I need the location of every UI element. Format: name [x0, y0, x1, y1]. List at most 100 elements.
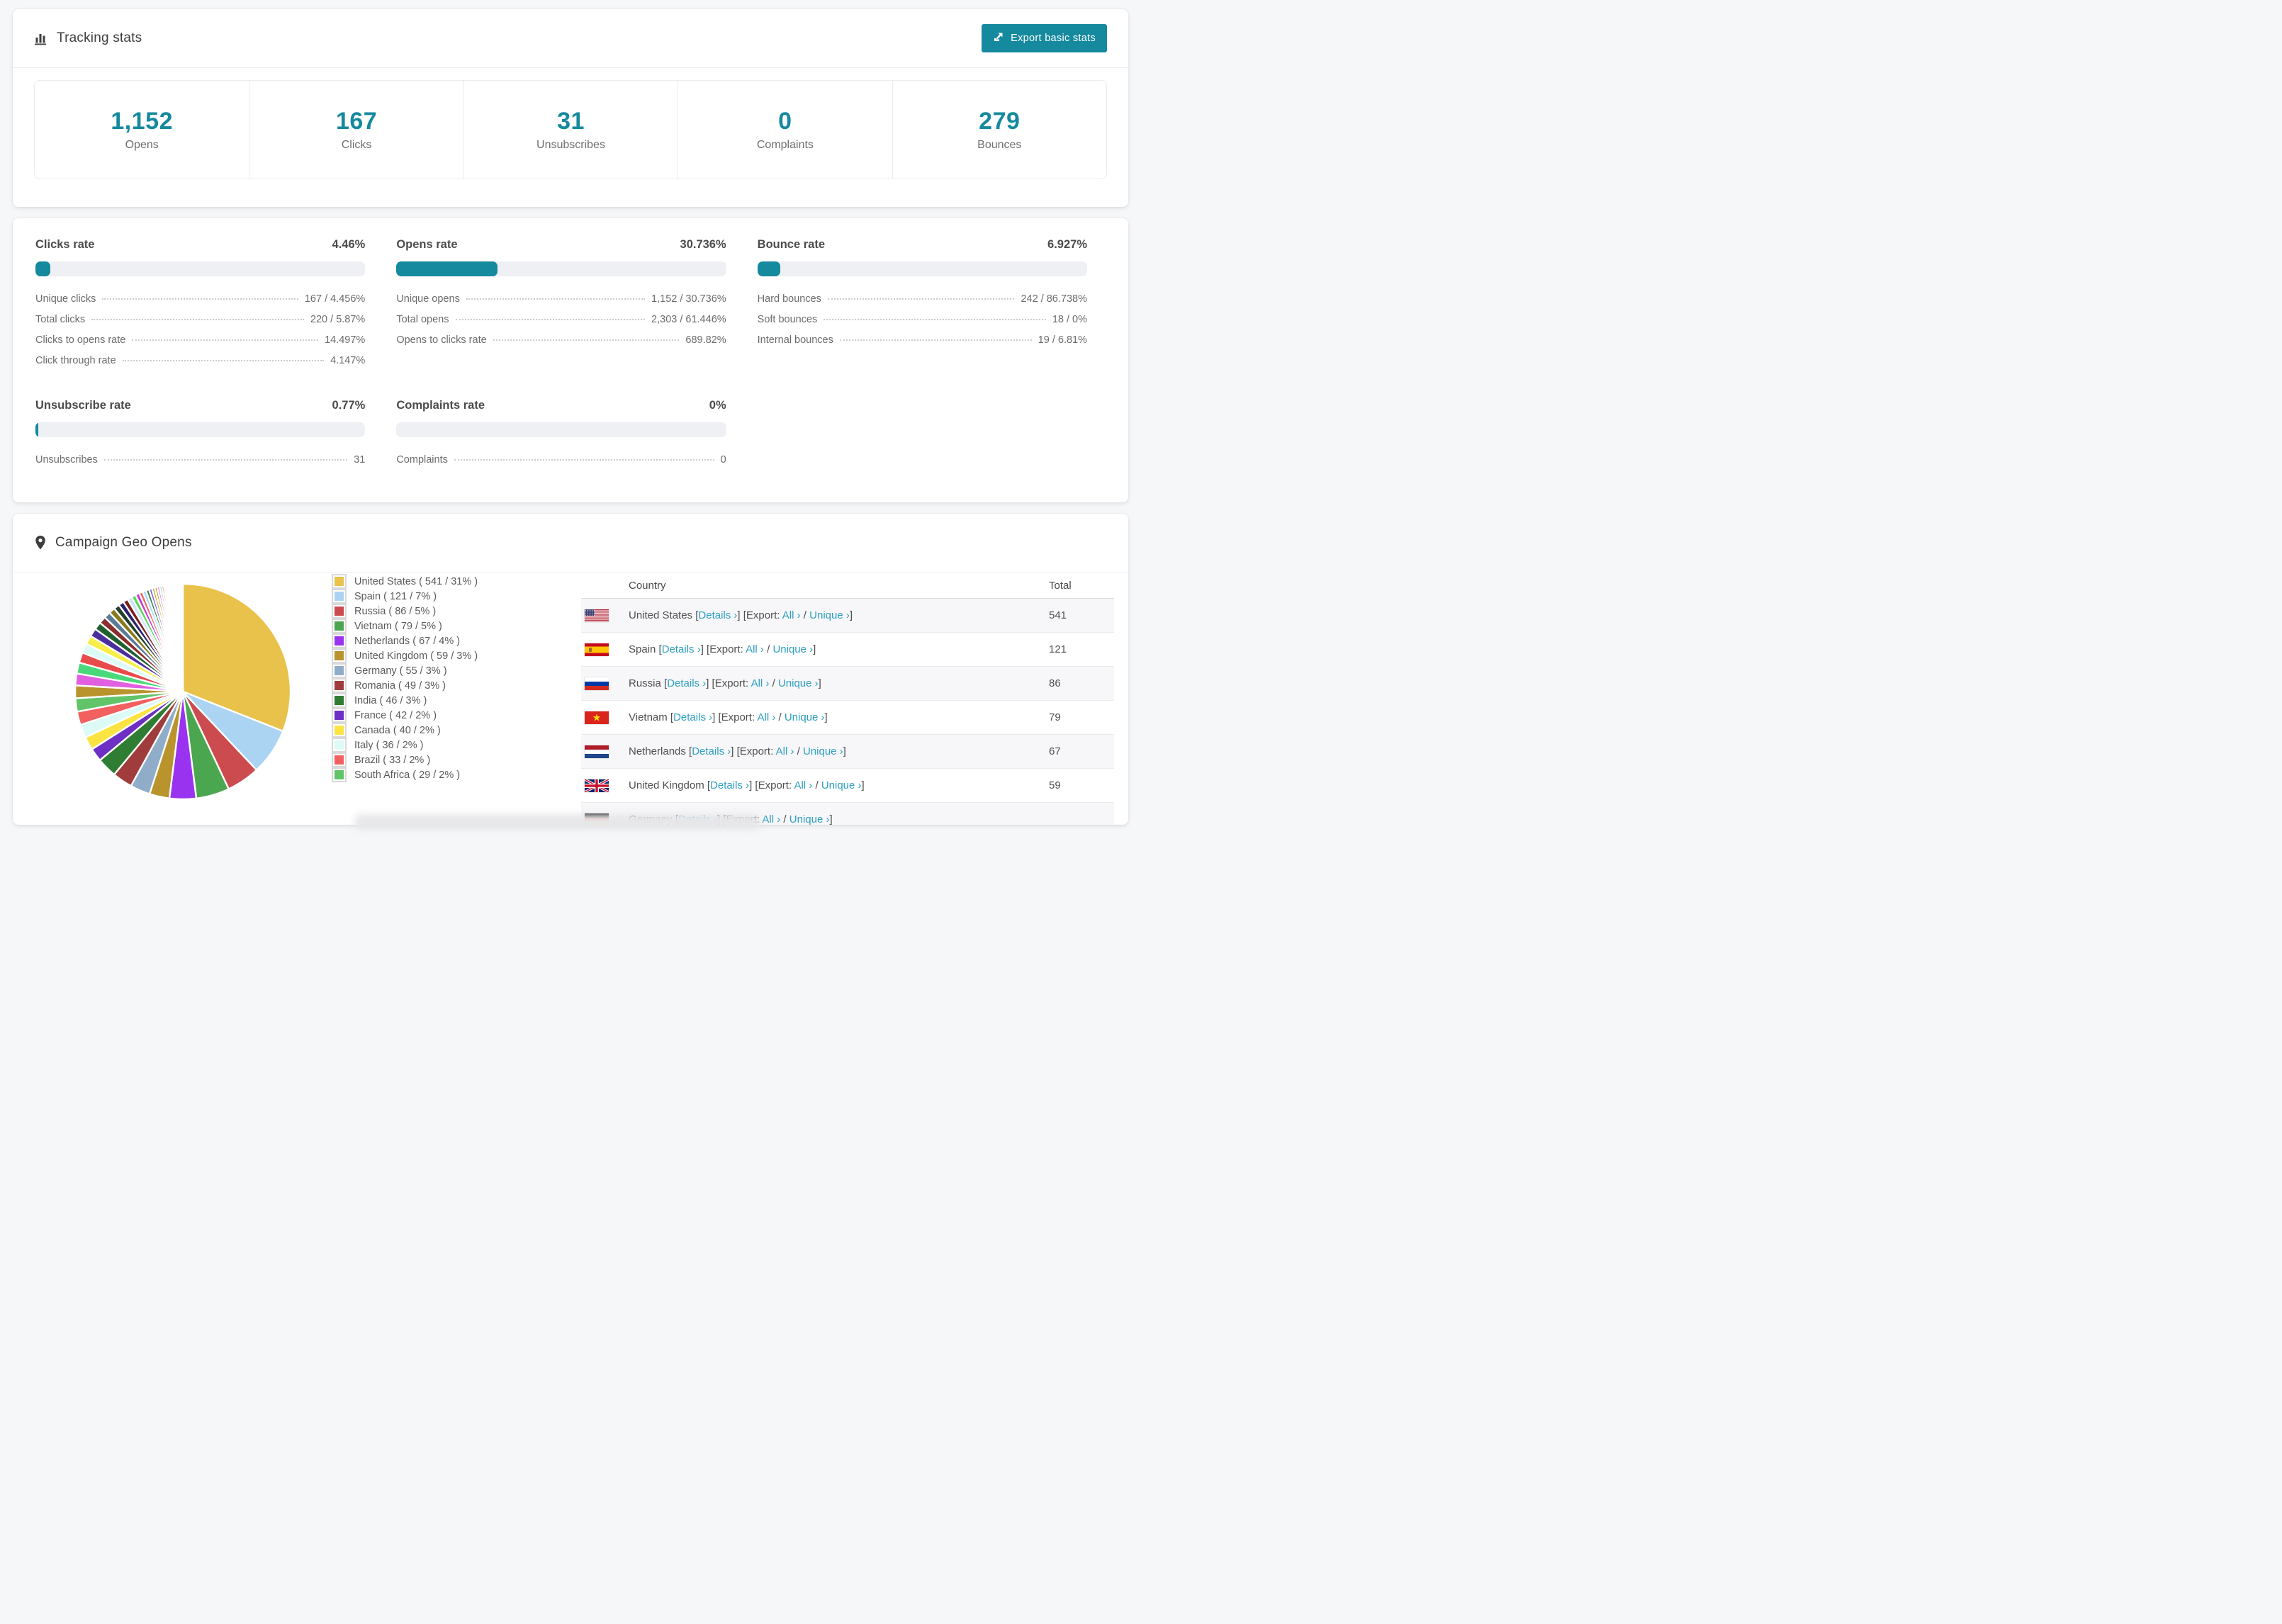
bar-chart-icon — [34, 31, 48, 45]
total-cell: 86 — [1049, 677, 1061, 689]
country-cell: Spain [Details ›] [Export: All › / Uniqu… — [629, 643, 816, 655]
legend-label: South Africa ( 29 / 2% ) — [354, 769, 461, 781]
total-cell: 59 — [1049, 779, 1061, 791]
stat-value: 279 — [979, 108, 1021, 135]
details-link[interactable]: Details › — [662, 643, 701, 655]
country-cell: United Kingdom [Details ›] [Export: All … — [629, 779, 865, 791]
rate-progress-fill — [35, 422, 38, 437]
details-link[interactable]: Details › — [673, 711, 712, 723]
details-link[interactable]: Details › — [710, 779, 749, 791]
export-all-link[interactable]: All › — [751, 677, 770, 689]
table-row-us: United States [Details ›] [Export: All ›… — [581, 598, 1114, 632]
export-basic-stats-button[interactable]: Export basic stats — [982, 24, 1107, 52]
rate-progress-bar — [396, 422, 726, 437]
rate-progress-bar — [35, 422, 366, 437]
legend-swatch — [332, 604, 347, 619]
export-unique-link[interactable]: Unique › — [821, 779, 862, 791]
metric-row: Hard bounces 242 / 86.738% — [758, 288, 1087, 309]
export-button-label: Export basic stats — [1011, 33, 1096, 44]
export-all-link[interactable]: All › — [746, 643, 764, 655]
campaign-overview-page: Tracking stats Export basic stats 1,152 O… — [0, 9, 1141, 830]
legend-label: Germany ( 55 / 3% ) — [354, 665, 447, 677]
total-cell: 121 — [1049, 643, 1067, 655]
dotted-leader — [132, 339, 319, 341]
column-header-country: Country — [629, 579, 666, 592]
legend-item-fr: France ( 42 / 2% ) — [332, 708, 478, 723]
legend-item-gb: United Kingdom ( 59 / 3% ) — [332, 648, 478, 663]
table-row-gb: United Kingdom [Details ›] [Export: All … — [581, 768, 1114, 802]
export-unique-link[interactable]: Unique › — [778, 677, 819, 689]
stat-box-unsubscribes: 31 Unsubscribes — [463, 81, 678, 179]
total-cell: 67 — [1049, 745, 1061, 757]
dotted-leader — [103, 458, 348, 461]
export-all-link[interactable]: All › — [762, 813, 780, 825]
legend-item-vn: Vietnam ( 79 / 5% ) — [332, 619, 478, 633]
tracking-stats-title: Tracking stats — [57, 30, 142, 45]
legend-label: Russia ( 86 / 5% ) — [354, 605, 437, 617]
flag-icon-es — [585, 643, 609, 656]
metric-value: 2,303 / 61.446% — [651, 313, 726, 325]
stat-box-clicks: 167 Clicks — [249, 81, 463, 179]
metric-row: Unique opens 1,152 / 30.736% — [396, 288, 726, 309]
stat-label: Unsubscribes — [536, 139, 605, 151]
rate-value: 0.77% — [332, 399, 366, 412]
stat-label: Complaints — [756, 139, 814, 151]
rate-progress-fill — [757, 261, 780, 276]
legend-label: India ( 46 / 3% ) — [354, 694, 427, 706]
legend-swatch — [332, 633, 347, 648]
dotted-leader — [454, 458, 714, 461]
details-link[interactable]: Details › — [692, 745, 731, 757]
metric-value: 31 — [354, 453, 366, 466]
rates-grid: Clicks rate 4.46% Unique clicks 167 / 4.456… — [35, 238, 1087, 470]
legend-swatch — [332, 752, 347, 767]
metric-value: 0 — [720, 453, 726, 466]
metric-label: Soft bounces — [757, 313, 818, 325]
section-bounce-rate: Bounce rate 6.927% Hard bounces 242 / 86.73… — [757, 238, 1087, 371]
metric-label: Total opens — [396, 313, 449, 325]
export-all-link[interactable]: All › — [757, 711, 775, 723]
rate-value: 4.46% — [332, 238, 366, 251]
export-all-link[interactable]: All › — [776, 745, 794, 757]
legend-swatch — [332, 678, 347, 693]
rate-title: Clicks rate — [35, 238, 95, 251]
geo-body: United States ( 541 / 31% ) Spain ( 121 /… — [13, 573, 1128, 825]
metric-row: Unique clicks 167 / 4.456% — [35, 288, 365, 309]
rate-title: Complaints rate — [396, 399, 485, 412]
rate-value: 30.736% — [680, 238, 726, 251]
rate-progress-bar — [35, 261, 366, 276]
metric-label: Click through rate — [35, 354, 116, 366]
legend-label: Romania ( 49 / 3% ) — [354, 680, 446, 692]
rate-header: Bounce rate 6.927% — [758, 238, 1087, 252]
rate-progress-fill — [35, 261, 50, 276]
metric-label: Unique opens — [396, 293, 460, 305]
flag-icon-ru — [585, 677, 609, 690]
export-all-link[interactable]: All › — [794, 779, 812, 791]
export-unique-link[interactable]: Unique › — [803, 745, 843, 757]
metric-label: Internal bounces — [757, 334, 833, 346]
country-cell: Vietnam [Details ›] [Export: All › / Uni… — [629, 711, 828, 723]
dotted-leader — [824, 318, 1046, 320]
export-unique-link[interactable]: Unique › — [809, 609, 850, 621]
country-cell: United States [Details ›] [Export: All ›… — [629, 609, 853, 621]
flag-icon-nl — [585, 745, 609, 758]
export-unique-link[interactable]: Unique › — [785, 711, 825, 723]
legend-item-ro: Romania ( 49 / 3% ) — [332, 678, 478, 693]
rate-title: Bounce rate — [757, 238, 826, 251]
geo-opens-card: Campaign Geo Opens United States ( 541 /… — [13, 514, 1128, 825]
pie-legend: United States ( 541 / 31% ) Spain ( 121 /… — [332, 574, 478, 782]
export-all-link[interactable]: All › — [782, 609, 801, 621]
details-link[interactable]: Details › — [698, 609, 737, 621]
legend-swatch — [332, 693, 347, 708]
metric-label: Complaints — [396, 453, 448, 466]
details-link[interactable]: Details › — [667, 677, 706, 689]
metric-value: 4.147% — [330, 354, 366, 366]
geo-table-header: Country Total — [581, 573, 1114, 598]
export-unique-link[interactable]: Unique › — [772, 643, 813, 655]
legend-item-in: India ( 46 / 3% ) — [332, 693, 478, 708]
stat-box-opens: 1,152 Opens — [35, 81, 249, 179]
stat-value: 0 — [778, 108, 792, 135]
rate-header: Opens rate 30.736% — [396, 238, 726, 252]
export-unique-link[interactable]: Unique › — [789, 813, 830, 825]
legend-label: United Kingdom ( 59 / 3% ) — [354, 650, 478, 662]
metric-row: Unsubscribes 31 — [35, 449, 365, 470]
